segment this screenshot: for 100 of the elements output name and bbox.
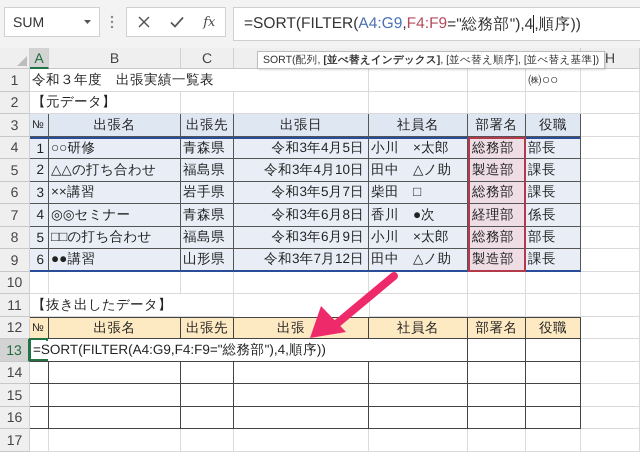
empty-cell[interactable] <box>49 384 181 406</box>
table-cell[interactable]: № <box>30 114 49 136</box>
row-header[interactable]: 14 <box>0 362 30 384</box>
table-cell[interactable]: 部署名 <box>468 316 526 339</box>
table-cell[interactable]: 出張名 <box>49 316 181 339</box>
table-cell[interactable]: 社員名 <box>369 114 468 136</box>
table-cell[interactable]: 部署名 <box>468 114 526 136</box>
column-header[interactable]: A <box>30 48 49 69</box>
table-cell[interactable]: 2 <box>30 159 49 182</box>
table-cell[interactable]: 役職 <box>526 114 581 136</box>
row-header[interactable]: 12 <box>0 316 30 339</box>
table-cell[interactable]: 役職 <box>526 316 581 339</box>
empty-cell[interactable] <box>30 362 49 384</box>
table-cell[interactable]: 出張先 <box>181 316 234 339</box>
table-cell[interactable]: 課長 <box>526 182 581 204</box>
empty-cell[interactable] <box>369 362 468 384</box>
row-header[interactable]: 11 <box>0 294 30 316</box>
table-cell[interactable]: 経理部 <box>468 204 526 226</box>
drag-handle-icon[interactable] <box>110 15 114 29</box>
empty-cell[interactable] <box>526 384 581 406</box>
cancel-icon[interactable] <box>136 15 151 29</box>
table-cell[interactable]: 課長 <box>526 159 581 182</box>
table-cell[interactable]: 部長 <box>526 226 581 249</box>
row-header[interactable]: 4 <box>0 136 30 159</box>
table-cell[interactable]: 田中 △ノ助 <box>369 249 468 272</box>
table-cell[interactable]: 1 <box>30 136 49 159</box>
row-header[interactable]: 2 <box>0 92 30 114</box>
row-header[interactable]: 8 <box>0 226 30 249</box>
column-header[interactable]: B <box>49 48 181 69</box>
row-header[interactable]: 16 <box>0 406 30 429</box>
empty-cell[interactable] <box>30 384 49 406</box>
empty-cell[interactable] <box>30 406 49 429</box>
formula-cell-text[interactable]: =SORT(FILTER(A4:G9,F4:F9="総務部"),4,順序)) <box>32 340 326 359</box>
empty-cell[interactable] <box>181 362 234 384</box>
row-header[interactable]: 17 <box>0 429 30 452</box>
empty-cell[interactable] <box>468 339 526 362</box>
row-header[interactable]: 3 <box>0 114 30 136</box>
table-cell[interactable]: 総務部 <box>468 226 526 249</box>
table-cell[interactable]: □□の打ち合わせ <box>49 226 181 249</box>
table-cell[interactable]: 福島県 <box>181 159 234 182</box>
empty-cell[interactable] <box>234 406 369 429</box>
insert-function-button[interactable]: fx <box>203 14 216 30</box>
table-cell[interactable]: 3 <box>30 182 49 204</box>
table-cell[interactable]: 田中 △ノ助 <box>369 159 468 182</box>
table-cell[interactable]: △△の打ち合わせ <box>49 159 181 182</box>
table-cell[interactable]: ××講習 <box>49 182 181 204</box>
table-cell[interactable]: 令和3年6月9日 <box>234 226 369 249</box>
table-cell[interactable]: 青森県 <box>181 136 234 159</box>
table-cell[interactable]: 課長 <box>526 249 581 272</box>
empty-cell[interactable] <box>369 384 468 406</box>
table-cell[interactable]: 出張日 <box>234 114 369 136</box>
row-header[interactable]: 1 <box>0 69 30 92</box>
table-cell[interactable]: 小川 ×太郎 <box>369 136 468 159</box>
empty-cell[interactable] <box>234 384 369 406</box>
row-header[interactable]: 10 <box>0 272 30 294</box>
table-cell[interactable]: 令和3年6月8日 <box>234 204 369 226</box>
row-header[interactable]: 13 <box>0 339 30 362</box>
table-cell[interactable]: 総務部 <box>468 182 526 204</box>
table-cell[interactable]: 4 <box>30 204 49 226</box>
table-cell[interactable]: 令和3年7月12日 <box>234 249 369 272</box>
empty-cell[interactable] <box>468 406 526 429</box>
row-header[interactable]: 7 <box>0 204 30 226</box>
table-cell[interactable]: 令和3年4月5日 <box>234 136 369 159</box>
empty-cell[interactable] <box>468 384 526 406</box>
table-cell[interactable]: 製造部 <box>468 159 526 182</box>
empty-cell[interactable] <box>526 339 581 362</box>
table-cell[interactable]: 出張先 <box>181 114 234 136</box>
table-cell[interactable]: 出張名 <box>49 114 181 136</box>
table-cell[interactable]: 係長 <box>526 204 581 226</box>
empty-cell[interactable] <box>468 362 526 384</box>
empty-cell[interactable] <box>181 406 234 429</box>
table-cell[interactable]: 総務部 <box>468 136 526 159</box>
row-header[interactable]: 15 <box>0 384 30 406</box>
table-cell[interactable]: 岩手県 <box>181 182 234 204</box>
empty-cell[interactable] <box>526 362 581 384</box>
check-icon[interactable] <box>170 15 184 29</box>
row-header[interactable]: 6 <box>0 182 30 204</box>
table-cell[interactable]: ○○研修 <box>49 136 181 159</box>
table-cell[interactable]: 部長 <box>526 136 581 159</box>
table-cell[interactable]: 柴田 □ <box>369 182 468 204</box>
row-header[interactable]: 5 <box>0 159 30 182</box>
table-cell[interactable]: 製造部 <box>468 249 526 272</box>
table-cell[interactable]: 6 <box>30 249 49 272</box>
table-cell[interactable]: 5 <box>30 226 49 249</box>
table-cell[interactable]: ◎◎セミナー <box>49 204 181 226</box>
table-cell[interactable]: 社員名 <box>369 316 468 339</box>
row-header[interactable]: 9 <box>0 249 30 272</box>
table-cell[interactable]: 青森県 <box>181 204 234 226</box>
empty-cell[interactable] <box>369 406 468 429</box>
column-header[interactable]: C <box>181 48 234 69</box>
table-cell[interactable]: № <box>30 316 49 339</box>
empty-cell[interactable] <box>181 384 234 406</box>
table-cell[interactable]: 令和3年4月10日 <box>234 159 369 182</box>
name-box[interactable]: SUM <box>4 7 100 37</box>
table-cell[interactable]: 令和3年5月7日 <box>234 182 369 204</box>
formula-input[interactable]: =SORT(FILTER(A4:G9,F4:F9="総務部"),4,順序)) <box>233 7 640 41</box>
table-cell[interactable]: ●●講習 <box>49 249 181 272</box>
table-cell[interactable]: 福島県 <box>181 226 234 249</box>
select-all-icon[interactable] <box>17 56 27 66</box>
table-cell[interactable]: 香川 ●次 <box>369 204 468 226</box>
